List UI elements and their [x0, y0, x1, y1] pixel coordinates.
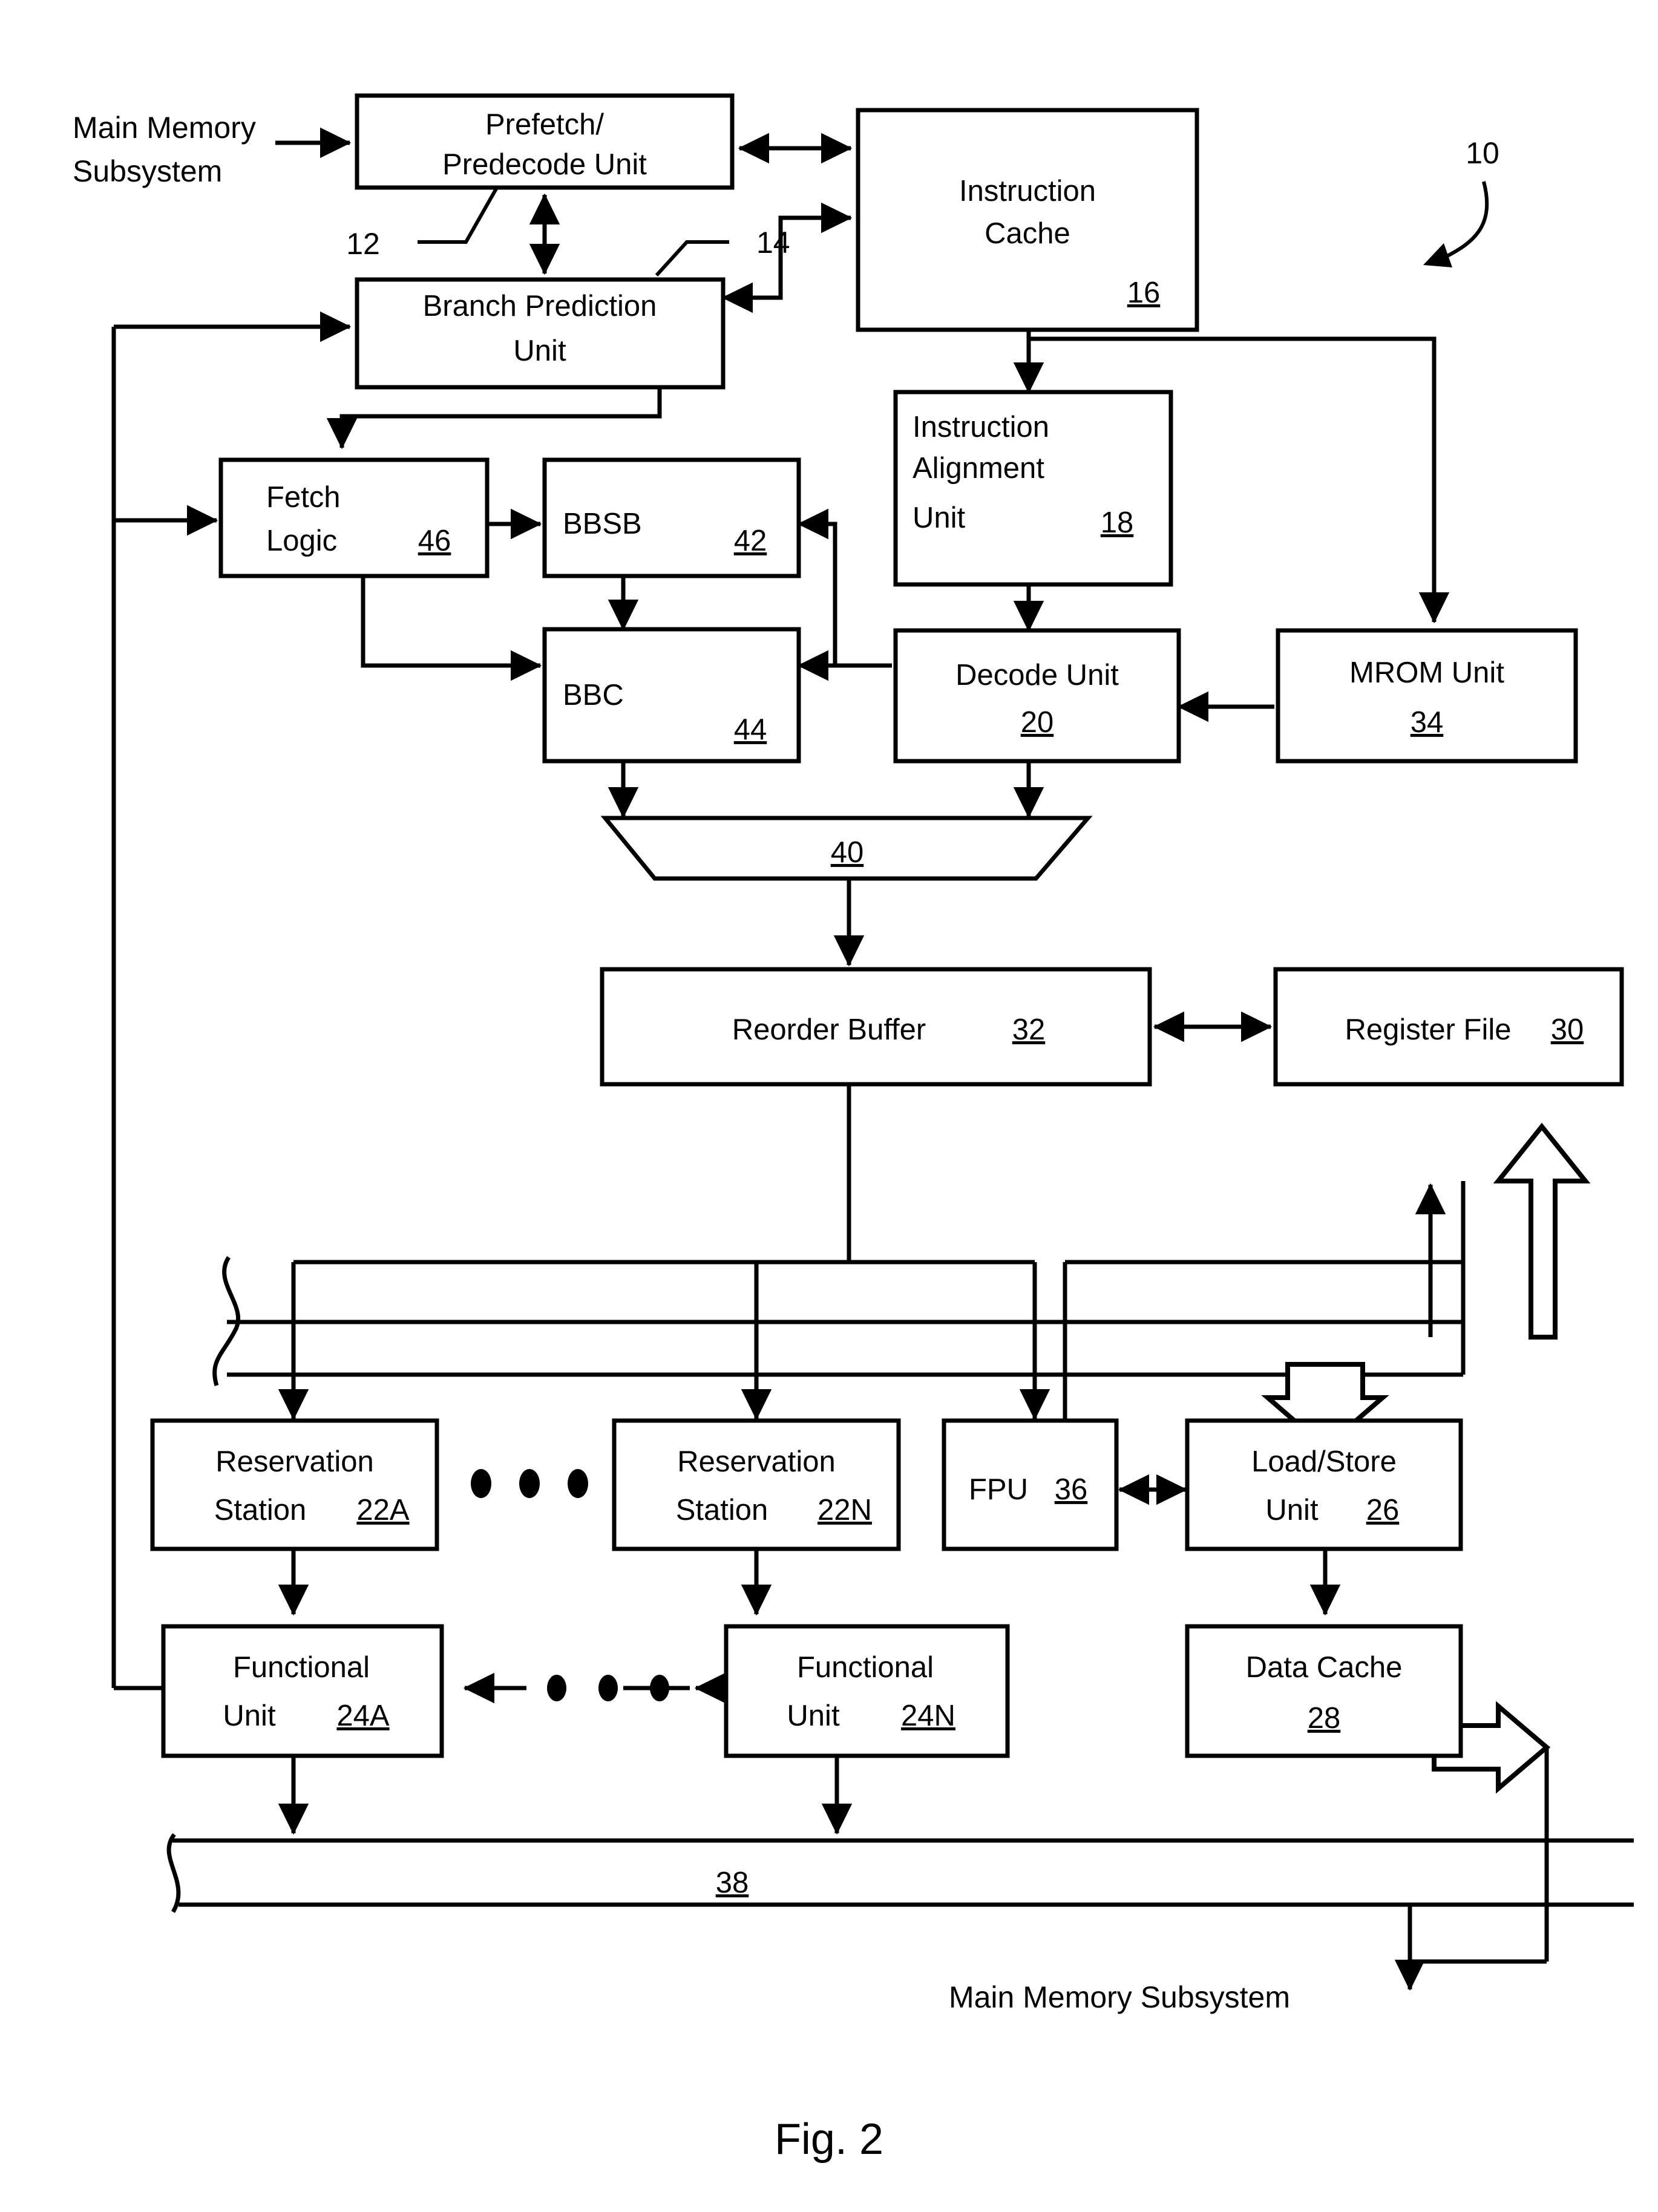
- regfile-label: Register File: [1345, 1013, 1511, 1046]
- fpu-ref: 36: [1055, 1473, 1088, 1506]
- wire-fetchlogic-to-bbc: [361, 576, 542, 681]
- fetch-logic-ref: 46: [418, 525, 451, 557]
- rs22a-label-line1: Reservation: [215, 1445, 373, 1478]
- block-mrom-unit[interactable]: [1276, 628, 1578, 764]
- fetch-logic-label-line2: Logic: [266, 525, 337, 557]
- instruction-cache-label-line2: Cache: [985, 217, 1070, 250]
- block-reservation-station-22a[interactable]: [150, 1418, 439, 1551]
- mux-ref: 40: [831, 836, 864, 869]
- bbsb-ref: 42: [734, 525, 767, 557]
- fu24n-ref: 24N: [901, 1700, 955, 1732]
- patent-figure-2: Prefetch/ Predecode Unit 12 Instruction …: [0, 0, 1658, 2212]
- wire-decode-to-bbsb: [797, 508, 837, 666]
- external-main-memory-line1: Main Memory: [73, 111, 256, 145]
- ref-10: 10: [1466, 136, 1499, 170]
- figure-caption: Fig. 2: [775, 2115, 883, 2164]
- ellipsis-dot: [519, 1469, 540, 1498]
- rs22a-ref: 22A: [356, 1494, 410, 1526]
- block-fetch-logic[interactable]: [218, 457, 490, 578]
- block-diagram-canvas: Prefetch/ Predecode Unit 12 Instruction …: [73, 93, 1634, 2164]
- dcache-ref: 28: [1308, 1702, 1341, 1735]
- reorder-label: Reorder Buffer: [732, 1013, 926, 1046]
- external-main-memory-bottom: Main Memory Subsystem: [949, 1980, 1290, 2014]
- instruction-cache-label-line1: Instruction: [959, 175, 1096, 208]
- hollow-arrow-into-regfile: [1493, 1122, 1591, 1340]
- ellipsis-dot: [598, 1675, 618, 1701]
- decode-label: Decode Unit: [955, 659, 1119, 692]
- prefetch-label-line1: Prefetch/: [485, 108, 604, 141]
- ialign-label-line1: Instruction: [913, 411, 1049, 443]
- ellipsis-dot: [471, 1469, 491, 1498]
- branch-prediction-label-line2: Unit: [513, 335, 566, 367]
- bbc-label: BBC: [563, 679, 624, 712]
- fu24a-ref: 24A: [336, 1700, 390, 1732]
- ialign-label-line2: Alignment: [913, 452, 1044, 485]
- regfile-ref: 30: [1551, 1013, 1584, 1046]
- mrom-ref: 34: [1411, 706, 1444, 739]
- ref-12: 12: [346, 227, 380, 261]
- annotation-layer: Main Memory Subsystem 10 Main Memory Sub…: [73, 111, 1499, 2164]
- ellipsis-dot: [547, 1675, 566, 1701]
- bus38-ref: 38: [716, 1867, 749, 1899]
- block-data-cache[interactable]: [1185, 1624, 1463, 1758]
- fpu-label: FPU: [969, 1473, 1028, 1506]
- ialign-ref: 18: [1101, 506, 1134, 539]
- decode-ref: 20: [1021, 706, 1054, 739]
- leader-14: [655, 240, 729, 277]
- reorder-ref: 32: [1012, 1013, 1046, 1046]
- leader-10-arrowhead: [1423, 243, 1452, 267]
- dcache-label: Data Cache: [1246, 1651, 1403, 1684]
- fetch-logic-label-line1: Fetch: [266, 481, 341, 514]
- block-reservation-station-22n[interactable]: [612, 1418, 901, 1551]
- leader-10-curve: [1440, 181, 1489, 261]
- block-layer: Prefetch/ Predecode Unit 12 Instruction …: [150, 93, 1624, 1899]
- prefetch-label-line2: Predecode Unit: [442, 148, 647, 181]
- bbsb-label: BBSB: [563, 508, 642, 540]
- ialign-label-line3: Unit: [913, 502, 966, 534]
- lsu-label-line1: Load/Store: [1251, 1445, 1397, 1478]
- lsu-label-line2: Unit: [1265, 1494, 1319, 1526]
- mrom-label: MROM Unit: [1349, 656, 1504, 689]
- ellipsis-dot: [568, 1469, 588, 1498]
- external-main-memory-line2: Subsystem: [73, 154, 222, 188]
- rs22a-label-line2: Station: [214, 1494, 307, 1526]
- fu24n-label-line2: Unit: [787, 1700, 840, 1732]
- lsu-ref: 26: [1366, 1494, 1400, 1526]
- leader-12: [418, 188, 498, 244]
- instruction-cache-ref: 16: [1127, 276, 1161, 309]
- bus38-break-squiggle: [166, 1833, 181, 1913]
- wire-bpu-to-fetchlogic: [326, 387, 662, 450]
- ref-14: 14: [756, 226, 790, 260]
- block-load-store-unit[interactable]: [1185, 1418, 1463, 1551]
- block-functional-unit-24a[interactable]: [161, 1624, 444, 1758]
- rs22n-ref: 22N: [818, 1494, 872, 1526]
- fu24a-label-line1: Functional: [233, 1651, 370, 1684]
- branch-prediction-label-line1: Branch Prediction: [423, 290, 657, 322]
- block-decode-unit[interactable]: [893, 628, 1181, 764]
- bbc-ref: 44: [734, 713, 767, 746]
- rs22n-label-line2: Station: [676, 1494, 768, 1526]
- block-functional-unit-24n[interactable]: [724, 1624, 1010, 1758]
- fu24n-label-line1: Functional: [797, 1651, 934, 1684]
- rs22n-label-line1: Reservation: [677, 1445, 835, 1478]
- fu24a-label-line2: Unit: [223, 1700, 276, 1732]
